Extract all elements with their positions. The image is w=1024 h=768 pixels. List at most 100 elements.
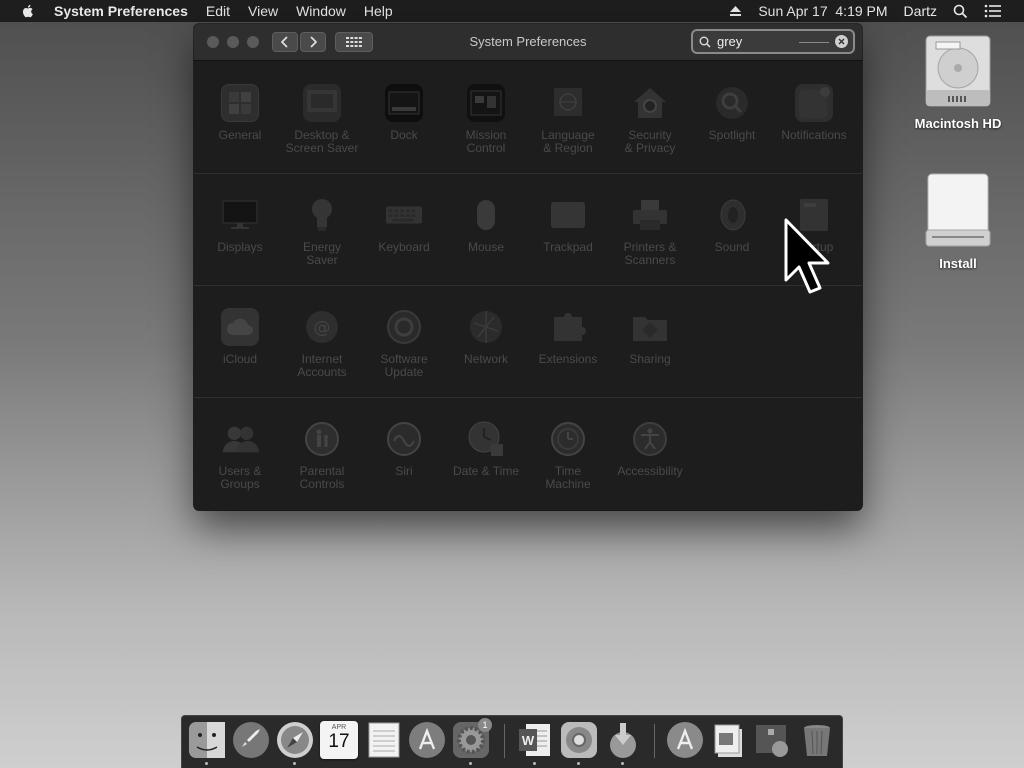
window-titlebar[interactable]: System Preferences grey bbox=[194, 24, 862, 61]
pref-trackpad[interactable]: Trackpad bbox=[527, 196, 609, 254]
pref-accessibility[interactable]: Accessibility bbox=[609, 420, 691, 478]
running-indicator bbox=[533, 762, 536, 765]
pref-label: Internet Accounts bbox=[297, 352, 347, 379]
pref-section-hardware: Displays Energy Saver Keyboard Mouse Tra… bbox=[194, 174, 862, 286]
pref-mission-control[interactable]: Mission Control bbox=[445, 84, 527, 155]
pref-label: Dock bbox=[390, 128, 418, 142]
pref-security-privacy[interactable]: Security & Privacy bbox=[609, 84, 691, 155]
pref-label: Language & Region bbox=[541, 128, 595, 155]
pref-internet-accounts[interactable]: @ Internet Accounts bbox=[281, 308, 363, 379]
clear-search-button[interactable] bbox=[835, 35, 848, 48]
apple-icon[interactable] bbox=[20, 3, 36, 19]
general-icon bbox=[221, 84, 259, 122]
update-badge: 1 bbox=[478, 718, 492, 732]
pref-software-update[interactable]: Software Update bbox=[363, 308, 445, 379]
pref-desktop-screen-saver[interactable]: Desktop & Screen Saver bbox=[281, 84, 363, 155]
menu-view[interactable]: View bbox=[248, 3, 278, 19]
desktop-item-install[interactable]: Install bbox=[903, 172, 1013, 271]
user-menu[interactable]: Dartz bbox=[904, 3, 937, 19]
spotlight-icon[interactable] bbox=[953, 4, 968, 19]
trash-icon[interactable] bbox=[798, 721, 836, 759]
pref-label: Notifications bbox=[781, 128, 847, 142]
pref-parental-controls[interactable]: Parental Controls bbox=[281, 420, 363, 491]
pref-displays[interactable]: Displays bbox=[199, 196, 281, 254]
search-field[interactable]: grey bbox=[691, 29, 855, 54]
pref-date-time[interactable]: Date & Time bbox=[445, 420, 527, 478]
pref-section-personal: General Desktop & Screen Saver Dock Miss… bbox=[194, 62, 862, 174]
dock-icon bbox=[385, 84, 423, 122]
keyboard-icon bbox=[385, 196, 423, 234]
sharing-folder-icon bbox=[631, 308, 669, 346]
app-store-icon[interactable] bbox=[408, 721, 446, 759]
documents-stack-icon[interactable] bbox=[710, 721, 748, 759]
pref-icloud[interactable]: iCloud bbox=[199, 308, 281, 366]
menu-help[interactable]: Help bbox=[364, 3, 393, 19]
finder-icon[interactable] bbox=[188, 721, 226, 759]
pref-label: Desktop & Screen Saver bbox=[285, 128, 359, 155]
running-indicator bbox=[293, 762, 296, 765]
pref-label: Time Machine bbox=[545, 464, 591, 491]
clock-calendar-icon bbox=[467, 420, 505, 458]
downloads-stack-icon[interactable] bbox=[754, 721, 792, 759]
pref-label: Network bbox=[463, 352, 508, 366]
globe-flag-icon bbox=[549, 84, 587, 122]
pref-printers-scanners[interactable]: Printers & Scanners bbox=[609, 196, 691, 267]
running-indicator bbox=[205, 762, 208, 765]
notification-center-icon[interactable] bbox=[984, 4, 1002, 18]
calendar-app-icon[interactable]: APR 17 bbox=[320, 721, 358, 759]
clock[interactable]: Sun Apr 17 4:19 PM bbox=[758, 3, 887, 19]
safari-compass-icon[interactable] bbox=[276, 721, 314, 759]
speaker-icon bbox=[713, 196, 751, 234]
pref-label: Users & Groups bbox=[218, 464, 262, 491]
pref-keyboard[interactable]: Keyboard bbox=[363, 196, 445, 254]
menu-window[interactable]: Window bbox=[296, 3, 346, 19]
display-icon bbox=[221, 196, 259, 234]
spotlight-icon bbox=[713, 84, 751, 122]
disk-image-icon bbox=[925, 173, 991, 247]
pref-general[interactable]: General bbox=[199, 84, 281, 142]
pref-spotlight[interactable]: Spotlight bbox=[691, 84, 773, 142]
pref-label: Parental Controls bbox=[299, 464, 345, 491]
users-groups-icon bbox=[221, 420, 259, 458]
pref-mouse[interactable]: Mouse bbox=[445, 196, 527, 254]
applications-folder-icon[interactable] bbox=[666, 721, 704, 759]
svg-text:@: @ bbox=[314, 318, 331, 338]
menu-edit[interactable]: Edit bbox=[206, 3, 230, 19]
pref-label: Sharing bbox=[629, 352, 671, 366]
pref-label: Spotlight bbox=[708, 128, 756, 142]
pref-energy-saver[interactable]: Energy Saver bbox=[281, 196, 363, 267]
desktop-item-macintosh-hd[interactable]: Macintosh HD bbox=[903, 34, 1013, 131]
at-sign-icon: @ bbox=[303, 308, 341, 346]
pref-label: Keyboard bbox=[378, 240, 430, 254]
pref-users-groups[interactable]: Users & Groups bbox=[199, 420, 281, 491]
chrome-icon[interactable] bbox=[560, 721, 598, 759]
word-document-icon[interactable]: W bbox=[516, 721, 554, 759]
pref-sharing[interactable]: Sharing bbox=[609, 308, 691, 366]
running-indicator bbox=[621, 762, 624, 765]
pref-label: Trackpad bbox=[543, 240, 593, 254]
eject-icon[interactable] bbox=[729, 5, 742, 17]
pref-notifications[interactable]: Notifications bbox=[773, 84, 855, 142]
pref-sound[interactable]: Sound bbox=[691, 196, 773, 254]
pref-language-region[interactable]: Language & Region bbox=[527, 84, 609, 155]
notifications-icon bbox=[795, 84, 833, 122]
pref-label: Printers & Scanners bbox=[623, 240, 677, 267]
notes-icon[interactable] bbox=[365, 721, 403, 759]
pref-label: Security & Privacy bbox=[624, 128, 676, 155]
pref-label: Mouse bbox=[467, 240, 505, 254]
pref-network[interactable]: Network bbox=[445, 308, 527, 366]
downloads-installer-icon[interactable] bbox=[604, 721, 642, 759]
menu-app-name[interactable]: System Preferences bbox=[54, 3, 188, 19]
pref-time-machine[interactable]: Time Machine bbox=[527, 420, 609, 491]
running-indicator bbox=[577, 762, 580, 765]
network-globe-icon bbox=[467, 308, 505, 346]
pref-extensions[interactable]: Extensions bbox=[527, 308, 609, 366]
pref-siri[interactable]: Siri bbox=[363, 420, 445, 478]
desktop-item-label: Macintosh HD bbox=[914, 116, 1002, 131]
lightbulb-icon bbox=[303, 196, 341, 234]
close-icon bbox=[838, 38, 845, 45]
pref-label: Mission Control bbox=[465, 128, 507, 155]
system-preferences-window: System Preferences grey General Desktop … bbox=[194, 24, 862, 510]
launchpad-rocket-icon[interactable] bbox=[232, 721, 270, 759]
pref-dock[interactable]: Dock bbox=[363, 84, 445, 142]
